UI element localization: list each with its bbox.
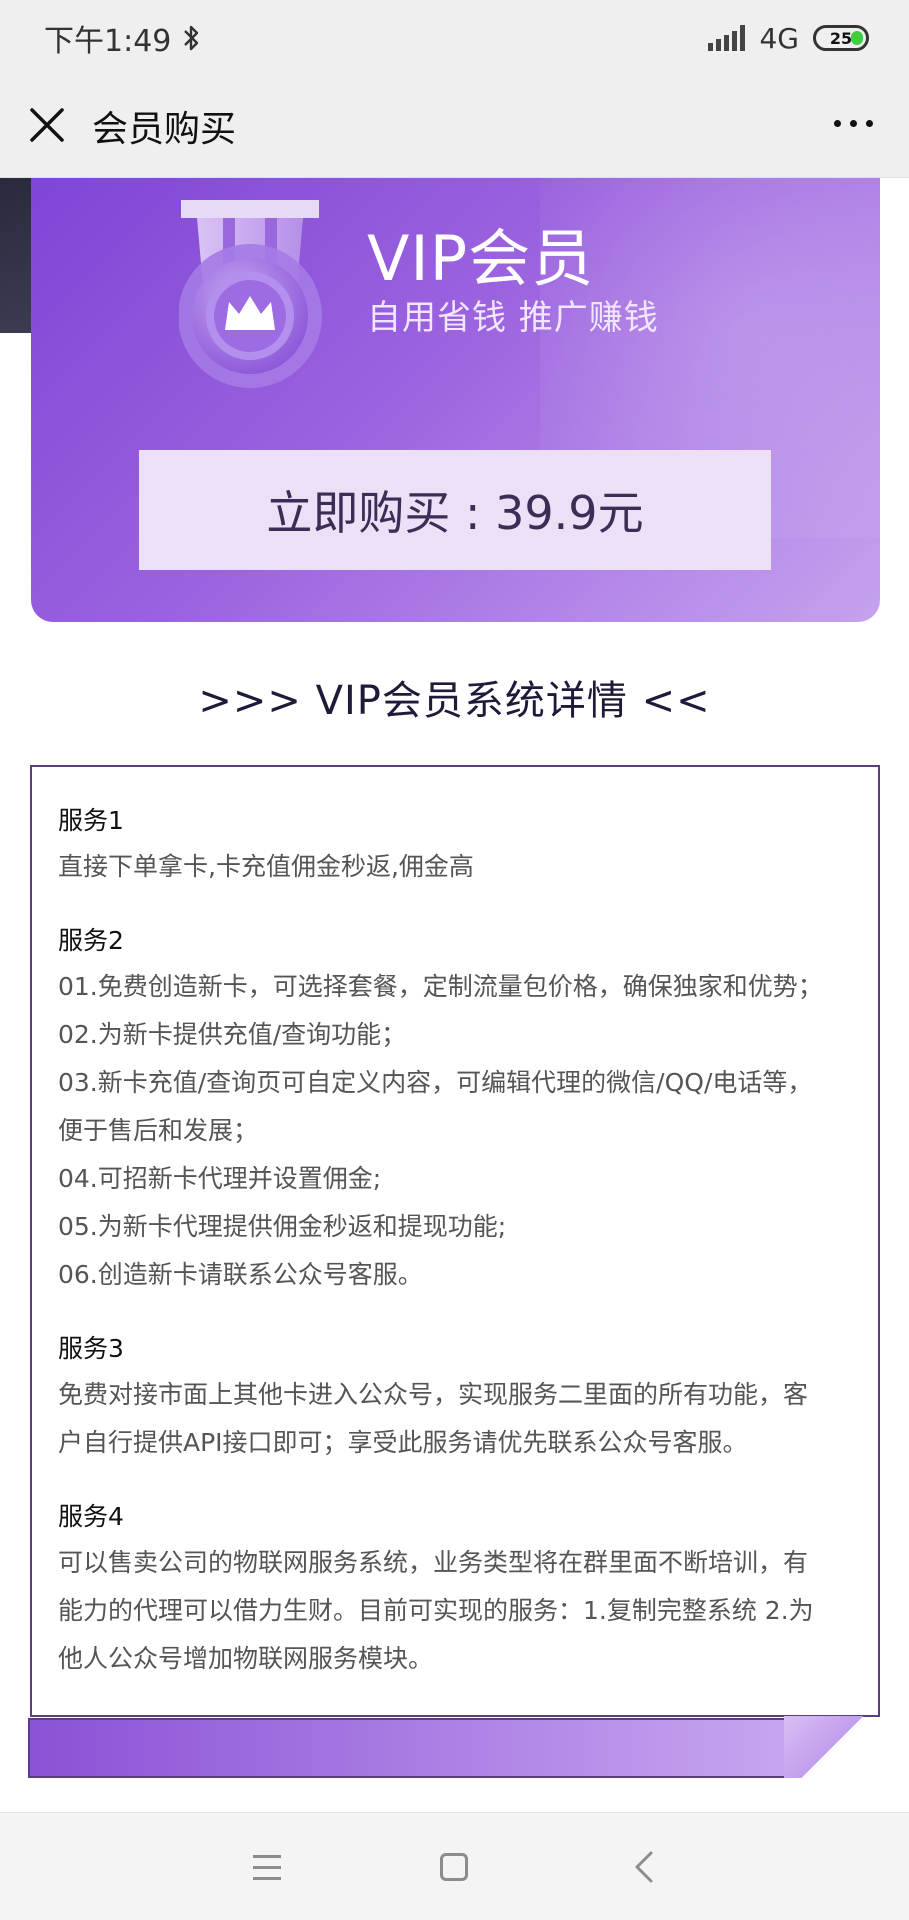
service-line: 06.创造新卡请联系公众号客服。 bbox=[58, 1260, 423, 1289]
status-bar: 下午1:49 4G 25 bbox=[0, 0, 909, 76]
service-line: 便于售后和发展； bbox=[58, 1116, 259, 1145]
bluetooth-icon bbox=[184, 25, 199, 51]
details-heading: >>> VIP会员系统详情 << bbox=[198, 678, 711, 724]
vip-title: VIP会员 bbox=[367, 222, 595, 295]
decorative-ribbon-fold bbox=[784, 1716, 880, 1778]
more-icon[interactable] bbox=[834, 120, 873, 127]
page-title: 会员购买 bbox=[92, 109, 237, 150]
service-block: 服务4 可以售卖公司的物联网服务系统，业务类型将在群里面不断培训，有 能力的代理可以… bbox=[58, 1495, 852, 1683]
system-nav-bar bbox=[0, 1812, 909, 1920]
service-line: 01.免费创造新卡，可选择套餐，定制流量包价格，确保独家和优势； bbox=[58, 972, 823, 1001]
decorative-corner bbox=[0, 178, 32, 333]
service-block: 服务2 01.免费创造新卡，可选择套餐，定制流量包价格，确保独家和优势； 02.为新… bbox=[58, 919, 852, 1299]
service-title: 服务1 bbox=[58, 806, 124, 835]
back-icon[interactable] bbox=[625, 1847, 665, 1887]
service-title: 服务4 bbox=[58, 1502, 124, 1531]
service-block: 服务1 直接下单拿卡,卡充值佣金秒返,佣金高 bbox=[58, 799, 852, 891]
service-line: 04.可招新卡代理并设置佣金; bbox=[58, 1164, 382, 1193]
vip-subtitle: 自用省钱 推广赚钱 bbox=[367, 298, 659, 338]
service-line: 05.为新卡代理提供佣金秒返和提现功能; bbox=[58, 1212, 507, 1241]
service-line: 户自行提供API接口即可；享受此服务请优先联系公众号客服。 bbox=[58, 1428, 748, 1457]
status-left: 下午1:49 bbox=[44, 16, 201, 60]
service-line: 03.新卡充值/查询页可自定义内容，可编辑代理的微信/QQ/电话等， bbox=[58, 1068, 813, 1097]
service-line: 02.为新卡提供充值/查询功能； bbox=[58, 1020, 407, 1049]
menu-icon[interactable] bbox=[247, 1847, 287, 1887]
service-title: 服务3 bbox=[58, 1334, 124, 1363]
status-time: 下午1:49 bbox=[44, 24, 172, 59]
decorative-ribbon bbox=[28, 1718, 786, 1778]
service-line: 能力的代理可以借力生财。目前可实现的服务：1.复制完整系统 2.为 bbox=[58, 1596, 814, 1625]
service-line: 直接下单拿卡,卡充值佣金秒返,佣金高 bbox=[58, 852, 474, 881]
service-block: 服务3 免费对接市面上其他卡进入公众号，实现服务二里面的所有功能，客 户自行提供AP… bbox=[58, 1327, 852, 1467]
vip-hero-card: VIP会员 自用省钱 推广赚钱 立即购买 : 39.9元 bbox=[31, 178, 880, 622]
nav-bar: 会员购买 bbox=[0, 76, 909, 178]
service-title: 服务2 bbox=[58, 926, 124, 955]
service-line: 他人公众号增加物联网服务模块。 bbox=[58, 1644, 434, 1673]
battery-level: 25 bbox=[829, 28, 853, 48]
signal-icon bbox=[708, 25, 746, 51]
buy-now-button[interactable]: 立即购买 : 39.9元 bbox=[139, 450, 771, 570]
network-type: 4G bbox=[759, 21, 799, 55]
service-details-box: 服务1 直接下单拿卡,卡充值佣金秒返,佣金高 服务2 01.免费创造新卡，可选择套餐，… bbox=[30, 765, 880, 1717]
status-right: 4G 25 bbox=[708, 22, 869, 55]
home-icon[interactable] bbox=[434, 1847, 474, 1887]
service-line: 免费对接市面上其他卡进入公众号，实现服务二里面的所有功能，客 bbox=[58, 1380, 809, 1409]
battery-icon: 25 bbox=[813, 25, 869, 51]
service-line: 可以售卖公司的物联网服务系统，业务类型将在群里面不断培训，有 bbox=[58, 1548, 809, 1577]
crown-medal-icon bbox=[179, 200, 322, 388]
close-icon[interactable] bbox=[28, 106, 66, 144]
